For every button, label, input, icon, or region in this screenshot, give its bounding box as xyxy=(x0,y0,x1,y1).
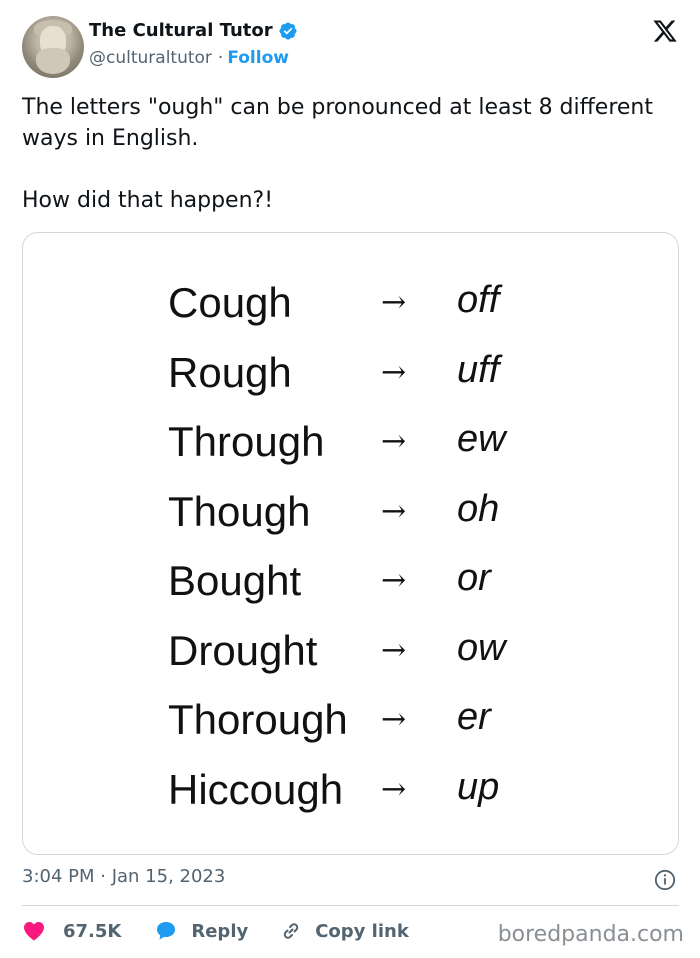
arrow-icon: → xyxy=(381,771,407,807)
author-name[interactable]: The Cultural Tutor xyxy=(89,20,273,41)
heart-icon xyxy=(24,922,44,941)
tweet-line-2: How did that happen?! xyxy=(22,188,274,213)
link-icon xyxy=(284,923,299,939)
verified-badge-icon xyxy=(279,21,297,40)
tweet-header: The Cultural Tutor @culturaltutor · Foll… xyxy=(22,16,682,78)
arrow-icon: → xyxy=(381,285,407,320)
timestamp[interactable]: 3:04 PM · Jan 15, 2023 xyxy=(22,866,225,887)
x-logo-icon[interactable] xyxy=(652,18,678,44)
copy-link-label: Copy link xyxy=(315,920,409,942)
pronunciation-sound: ew xyxy=(457,418,506,460)
pronunciation-sound: er xyxy=(457,696,491,738)
tweet-line-1: The letters "ough" can be pronounced at … xyxy=(22,95,653,151)
spelling-word: Rough xyxy=(168,348,292,396)
author-handle[interactable]: @culturaltutor xyxy=(89,48,212,68)
author-name-row: The Cultural Tutor xyxy=(89,20,298,41)
arrow-icon: → xyxy=(381,354,407,390)
spelling-word: Through xyxy=(168,418,325,465)
watermark: boredpanda.com xyxy=(497,922,684,947)
tweet-media-image[interactable]: Cough → off Rough → uff Through → ew Though → oh Bou… xyxy=(22,232,679,855)
pronunciation-sound: oh xyxy=(457,487,500,530)
reply-button[interactable]: Reply xyxy=(154,919,248,943)
spelling-word: Drought xyxy=(168,626,318,674)
info-icon[interactable] xyxy=(654,869,676,891)
pronunciation-sound: uff xyxy=(457,348,500,391)
pronunciation-sound: or xyxy=(457,557,491,599)
spelling-word: Bought xyxy=(168,557,302,604)
copy-link-button[interactable]: Copy link xyxy=(279,919,409,943)
follow-button[interactable]: Follow xyxy=(227,48,289,68)
pronunciation-sound: off xyxy=(457,279,500,321)
spelling-word: Cough xyxy=(168,279,292,326)
spelling-word: Though xyxy=(168,487,311,535)
spelling-word: Hiccough xyxy=(168,765,344,813)
reply-label: Reply xyxy=(191,920,249,942)
like-count: 67.5K xyxy=(63,920,122,942)
pronunciation-sound: up xyxy=(457,765,500,808)
pronunciation-row: Rough → uff xyxy=(168,341,568,411)
reply-bubble-icon xyxy=(157,922,176,940)
divider xyxy=(22,905,679,906)
tweet-text: The letters "ough" can be pronounced at … xyxy=(22,92,672,216)
tweet-meta: 3:04 PM · Jan 15, 2023 xyxy=(22,866,682,894)
arrow-icon: → xyxy=(381,563,407,598)
arrow-icon: → xyxy=(381,493,407,529)
pronunciation-row: Bought → or xyxy=(168,549,568,619)
author-handle-row: @culturaltutor · Follow xyxy=(89,48,289,68)
pronunciation-sound: ow xyxy=(457,626,506,669)
pronunciation-row: Cough → off xyxy=(168,271,568,341)
arrow-icon: → xyxy=(381,702,407,737)
pronunciation-row: Thorough → er xyxy=(168,688,568,758)
tweet-actions: 67.5K Reply Copy link xyxy=(22,916,409,946)
pronunciation-row: Though → oh xyxy=(168,480,568,550)
spelling-word: Thorough xyxy=(168,696,348,743)
separator-dot: · xyxy=(217,48,224,68)
like-button[interactable]: 67.5K xyxy=(22,919,121,943)
pronunciation-row: Drought → ow xyxy=(168,619,568,689)
ough-pronunciation-list: Cough → off Rough → uff Through → ew Though → oh Bou… xyxy=(168,271,568,827)
pronunciation-row: Through → ew xyxy=(168,410,568,480)
avatar[interactable] xyxy=(22,16,84,78)
arrow-icon: → xyxy=(381,424,407,459)
pronunciation-row: Hiccough → up xyxy=(168,758,568,828)
arrow-icon: → xyxy=(381,632,407,668)
